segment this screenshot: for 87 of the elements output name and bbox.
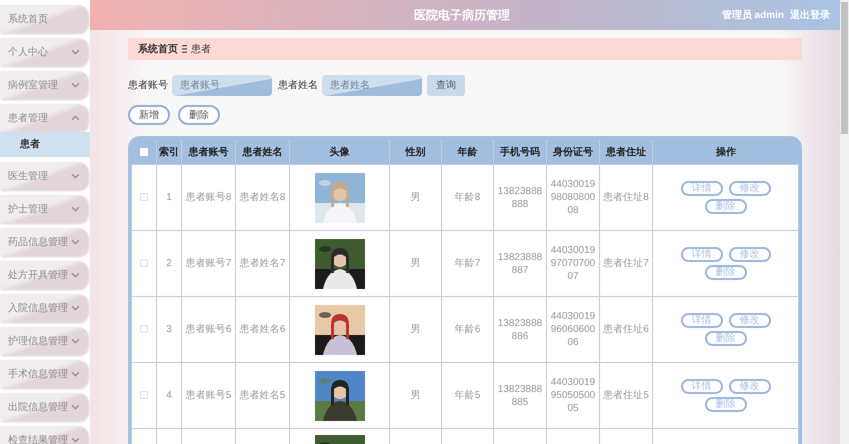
table-cell: 患者账号6 xyxy=(186,324,232,335)
input-field[interactable]: 患者姓名 xyxy=(322,75,422,96)
table-cell: 患者账号5 xyxy=(186,390,232,401)
table-cell: 3 xyxy=(166,324,172,335)
table-cell: 2 xyxy=(166,258,172,269)
table-cell: 年龄6 xyxy=(454,324,480,335)
table-cell: 患者账号8 xyxy=(186,192,232,203)
table-cell: 440300199505050005 xyxy=(550,377,596,414)
column-header: 患者住址 xyxy=(606,146,646,158)
column-header: 患者账号 xyxy=(188,146,228,158)
row-action-button[interactable]: 详情 xyxy=(680,181,722,196)
row-action-button[interactable]: 修改 xyxy=(728,379,770,394)
action-button[interactable]: 新增 xyxy=(128,105,170,125)
sidebar-item[interactable]: 药品信息管理 xyxy=(0,228,88,256)
row-action-button[interactable]: 删除 xyxy=(704,265,746,280)
table-cell: 440300199707070007 xyxy=(550,245,596,282)
table-cell: 13823888888 xyxy=(498,186,542,210)
table-cell: 13823888887 xyxy=(498,252,542,276)
search-button[interactable]: 查询 xyxy=(427,75,465,96)
table-cell: 13823888886 xyxy=(498,318,542,342)
sidebar-item[interactable]: 医生管理 xyxy=(0,162,88,190)
table-cell: 患者住址8 xyxy=(603,192,649,203)
row-action-button[interactable]: 详情 xyxy=(680,247,722,262)
breadcrumb-link[interactable]: 系统首页 xyxy=(138,42,178,56)
table-cell: 患者账号7 xyxy=(186,258,232,269)
table-cell: 年龄8 xyxy=(454,192,480,203)
table-cell: 患者姓名5 xyxy=(240,390,286,401)
breadcrumb-current: 患者 xyxy=(191,42,211,56)
sidebar-item[interactable]: 手术信息管理 xyxy=(0,360,88,388)
row-action-button[interactable]: 修改 xyxy=(728,181,770,196)
action-button[interactable]: 删除 xyxy=(178,105,220,125)
sidebar-item[interactable]: 检查结果管理 xyxy=(0,426,88,444)
column-header: 索引 xyxy=(159,146,179,158)
row-checkbox[interactable] xyxy=(140,325,148,334)
sidebar-item[interactable]: 病例室管理 xyxy=(0,71,88,99)
row-action-button[interactable]: 详情 xyxy=(680,313,722,328)
table-cell: 患者住址6 xyxy=(603,324,649,335)
table-cell: 患者姓名6 xyxy=(240,324,286,335)
sidebar-item[interactable]: 个人中心 xyxy=(0,38,88,66)
sidebar-item[interactable]: 护士管理 xyxy=(0,195,88,223)
table-cell: 患者住址5 xyxy=(603,390,649,401)
table-cell: 年龄5 xyxy=(454,390,480,401)
sidebar-item[interactable]: 系统首页 xyxy=(0,5,88,33)
table-cell: 男 xyxy=(410,192,420,203)
user-label: 管理员 admin xyxy=(722,8,784,22)
table-cell: 年龄7 xyxy=(454,258,480,269)
table-cell: 440300199606060006 xyxy=(550,311,596,348)
table-cell: 患者住址7 xyxy=(603,258,649,269)
row-checkbox[interactable] xyxy=(140,193,148,202)
row-action-button[interactable]: 修改 xyxy=(728,247,770,262)
column-header: 操作 xyxy=(716,146,736,158)
row-checkbox[interactable] xyxy=(140,259,148,268)
column-header: 手机号码 xyxy=(500,146,540,158)
sidebar-item[interactable]: 出院信息管理 xyxy=(0,393,88,421)
row-action-button[interactable]: 修改 xyxy=(728,313,770,328)
column-header: 年龄 xyxy=(458,146,478,158)
table-cell: 4 xyxy=(166,390,172,401)
table-cell: 男 xyxy=(410,324,420,335)
sidebar-item[interactable]: 护理信息管理 xyxy=(0,327,88,355)
table-cell: 男 xyxy=(410,258,420,269)
table-cell: 患者姓名8 xyxy=(240,192,286,203)
row-checkbox[interactable] xyxy=(140,391,148,400)
field-label: 患者账号 xyxy=(128,78,168,93)
column-header: 头像 xyxy=(330,146,350,158)
input-field[interactable]: 患者账号 xyxy=(172,75,272,96)
column-header: 性别 xyxy=(406,146,426,158)
table-cell: 1 xyxy=(166,192,172,203)
table-cell: 男 xyxy=(410,390,420,401)
row-action-button[interactable]: 删除 xyxy=(704,331,746,346)
select-all-checkbox[interactable] xyxy=(140,148,148,156)
row-action-button[interactable]: 详情 xyxy=(680,379,722,394)
field-label: 患者姓名 xyxy=(278,78,318,93)
sidebar-item[interactable]: 患者管理 xyxy=(0,104,88,132)
column-header: 患者姓名 xyxy=(242,146,282,158)
sidebar-item[interactable]: 入院信息管理 xyxy=(0,294,88,322)
column-header: 身份证号 xyxy=(553,146,593,158)
app-title: 医院电子病历管理 xyxy=(414,7,510,24)
separator-icon xyxy=(182,45,187,53)
row-action-button[interactable]: 删除 xyxy=(704,199,746,214)
logout-link[interactable]: 退出登录 xyxy=(790,8,830,22)
table-cell: 440300199808080008 xyxy=(550,179,596,216)
sidebar-subitem[interactable]: 患者 xyxy=(0,132,90,157)
sidebar-item[interactable]: 处方开具管理 xyxy=(0,261,88,289)
table-cell: 患者姓名7 xyxy=(240,258,286,269)
scrollbar[interactable] xyxy=(840,0,849,444)
row-action-button[interactable]: 删除 xyxy=(704,397,746,412)
table-cell: 13823888885 xyxy=(498,384,542,408)
